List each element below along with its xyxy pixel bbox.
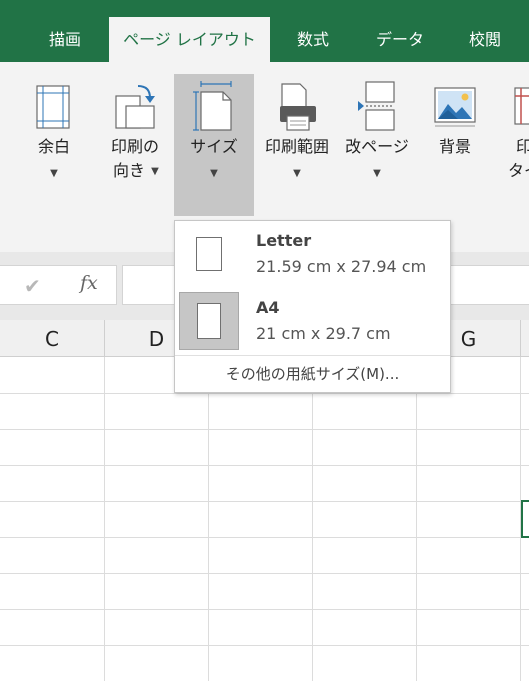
paper-thumbnail: [179, 225, 239, 283]
page-icon: [197, 303, 221, 339]
print-area-icon: [280, 83, 316, 131]
worksheet-grid[interactable]: [0, 357, 529, 681]
tab-review[interactable]: 校閲: [452, 17, 518, 62]
column-header-h[interactable]: [521, 320, 529, 357]
print-titles-label-line1: 印: [516, 137, 529, 156]
paper-thumbnail: [179, 292, 239, 350]
background-label: 背景: [438, 137, 471, 156]
paper-size-letter[interactable]: Letter 21.59 cm x 27.94 cm: [175, 221, 450, 287]
chevron-down-icon: ▼: [50, 168, 58, 179]
background-image-icon: [434, 87, 476, 127]
print-titles-icon: [514, 87, 529, 125]
paper-name: Letter: [256, 231, 312, 250]
chevron-down-icon: ▼: [373, 168, 381, 179]
formula-buttons: ✔ fx: [0, 265, 117, 305]
column-header-c[interactable]: C: [0, 320, 105, 357]
size-button[interactable]: サイズ ▼: [174, 74, 254, 216]
orientation-button[interactable]: 印刷の 向き ▼: [97, 74, 173, 216]
margins-label: 余白: [37, 137, 70, 156]
insert-function-icon[interactable]: fx: [80, 272, 98, 294]
paper-name: A4: [256, 298, 280, 317]
page-break-icon: [358, 81, 395, 131]
margins-button[interactable]: 余白 ▼: [16, 74, 92, 216]
chevron-down-icon: ▼: [293, 168, 301, 179]
print-area-button[interactable]: 印刷範囲 ▼: [257, 74, 337, 216]
size-label: サイズ: [190, 137, 238, 156]
active-cell-border: [521, 500, 529, 538]
tab-draw[interactable]: 描画: [30, 17, 100, 62]
paper-dimensions: 21.59 cm x 27.94 cm: [256, 257, 427, 276]
page-breaks-label: 改ページ: [345, 137, 409, 156]
more-paper-sizes-item[interactable]: その他の用紙サイズ(M)...: [175, 356, 450, 392]
chevron-down-icon: ▼: [151, 166, 159, 177]
tab-page-layout[interactable]: ページ レイアウト: [109, 17, 270, 62]
paper-size-a4[interactable]: A4 21 cm x 29.7 cm: [175, 288, 450, 354]
background-button[interactable]: 背景: [417, 74, 493, 216]
ribbon-tab-bar: 描画 ページ レイアウト 数式 データ 校閲: [0, 0, 529, 62]
margins-icon: [36, 85, 70, 129]
orientation-icon: [115, 85, 155, 129]
chevron-down-icon: ▼: [210, 168, 218, 179]
paper-size-menu: Letter 21.59 cm x 27.94 cm A4 21 cm x 29…: [174, 220, 451, 393]
enter-check-icon[interactable]: ✔: [24, 274, 41, 298]
page-breaks-button[interactable]: 改ページ ▼: [337, 74, 417, 216]
paper-dimensions: 21 cm x 29.7 cm: [256, 324, 391, 343]
orientation-label-line1: 印刷の: [110, 137, 159, 156]
print-titles-button[interactable]: 印 タイ: [502, 74, 529, 216]
tab-formulas[interactable]: 数式: [282, 17, 344, 62]
print-titles-label-line2: タイ: [508, 161, 529, 180]
print-area-label: 印刷範囲: [264, 137, 329, 156]
size-icon: [193, 81, 232, 131]
tab-data[interactable]: データ: [363, 17, 437, 62]
page-icon: [196, 237, 222, 271]
